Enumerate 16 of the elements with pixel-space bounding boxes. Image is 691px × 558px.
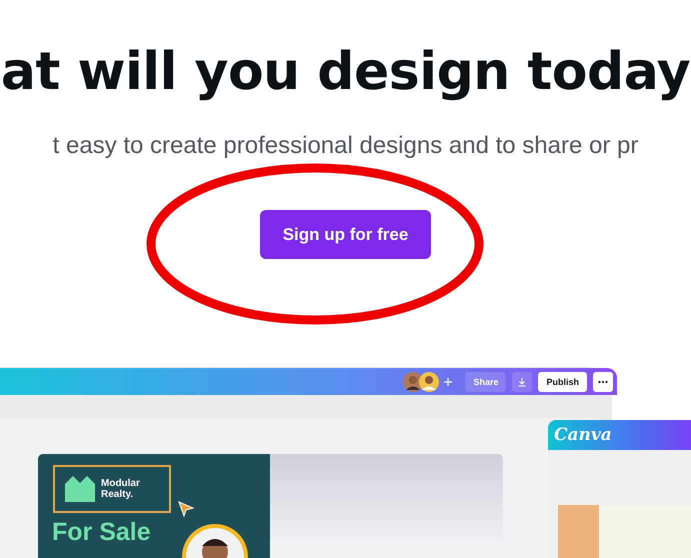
cursor-icon [177,500,195,518]
plus-icon[interactable] [443,376,454,386]
more-button[interactable] [593,372,613,392]
download-icon [517,376,528,386]
design-title: For Sale [52,518,151,547]
brand-name: Modular Realty. [101,478,141,500]
sign-up-button[interactable]: Sign up for free [260,210,431,259]
download-button[interactable] [512,372,532,392]
subtitle: t easy to create professional designs and to share or pr [52,132,638,160]
canva-logo: Canva [554,425,612,445]
house-logo-icon [65,476,95,502]
publish-button[interactable]: Publish [538,372,587,392]
headline: at will you design today [0,42,690,102]
avatar-icon [419,372,440,392]
more-icon [598,380,608,384]
share-button[interactable]: Share [465,372,506,392]
